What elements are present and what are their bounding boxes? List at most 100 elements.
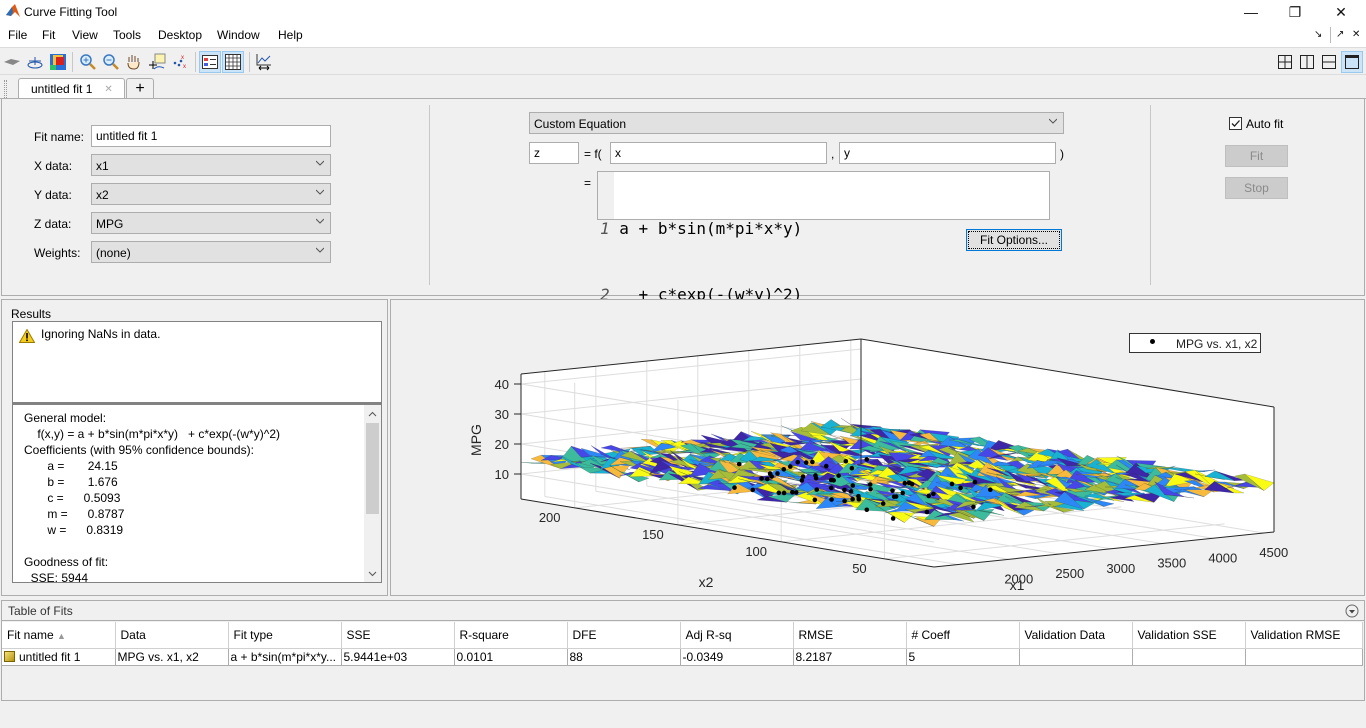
plot-legend[interactable]: MPG vs. x1, x2 bbox=[1129, 333, 1261, 353]
data-point[interactable] bbox=[836, 473, 841, 478]
menu-file[interactable]: File bbox=[8, 28, 27, 42]
data-point[interactable] bbox=[793, 490, 799, 495]
stop-button[interactable]: Stop bbox=[1225, 177, 1288, 199]
data-point[interactable] bbox=[775, 471, 780, 476]
column-header-fit-name[interactable]: Fit name ▲ bbox=[2, 622, 116, 649]
data-point[interactable] bbox=[795, 459, 801, 465]
minimize-button[interactable]: — bbox=[1228, 0, 1274, 24]
z-data-select[interactable]: MPG bbox=[91, 212, 331, 234]
data-point[interactable] bbox=[814, 487, 820, 492]
cell-validation-rmse[interactable] bbox=[1245, 648, 1363, 666]
column-header-adj-r-sq[interactable]: Adj R-sq bbox=[680, 622, 794, 649]
column-header-data[interactable]: Data bbox=[115, 622, 229, 649]
data-point[interactable] bbox=[890, 516, 896, 521]
x-data-select[interactable]: x1 bbox=[91, 154, 331, 176]
data-point[interactable] bbox=[750, 487, 756, 493]
data-point[interactable] bbox=[931, 491, 936, 497]
data-point[interactable] bbox=[891, 494, 897, 500]
scroll-up-icon[interactable] bbox=[364, 407, 381, 421]
fit-type-select[interactable]: Custom Equation bbox=[529, 112, 1064, 134]
data-point[interactable] bbox=[767, 471, 773, 476]
results-scrollbar[interactable] bbox=[364, 405, 381, 582]
data-point[interactable] bbox=[829, 497, 834, 502]
exclude-outliers-button[interactable]: xx bbox=[169, 51, 191, 73]
data-point[interactable] bbox=[902, 480, 908, 486]
column-header-sse[interactable]: SSE bbox=[341, 622, 455, 649]
data-point[interactable] bbox=[842, 487, 847, 493]
axis-limits-button[interactable] bbox=[253, 51, 275, 73]
colormap-button[interactable] bbox=[47, 51, 69, 73]
layout-grid-button[interactable] bbox=[1274, 51, 1296, 73]
tab-close-icon[interactable]: ✕ bbox=[104, 84, 112, 95]
data-point[interactable] bbox=[843, 458, 849, 464]
menu-view[interactable]: View bbox=[72, 28, 98, 42]
maximize-pane-icon[interactable]: ↗ bbox=[1336, 29, 1344, 40]
close-pane-icon[interactable]: ✕ bbox=[1352, 29, 1360, 40]
menu-help[interactable]: Help bbox=[278, 28, 303, 42]
cell-sse[interactable]: 5.9441e+03 bbox=[341, 648, 455, 666]
restore-button[interactable]: ❐ bbox=[1272, 0, 1318, 24]
cell-adj-r-sq[interactable]: -0.0349 bbox=[680, 648, 794, 666]
data-point[interactable] bbox=[906, 480, 912, 486]
tab-untitled-fit-1[interactable]: untitled fit 1 ✕ bbox=[18, 78, 125, 99]
undock-icon[interactable]: ↘ bbox=[1314, 29, 1322, 40]
layout-vertical-button[interactable] bbox=[1296, 51, 1318, 73]
rotate-button[interactable] bbox=[1, 51, 23, 73]
independent-x-field[interactable]: x bbox=[610, 142, 827, 164]
data-cursor-button[interactable] bbox=[146, 51, 168, 73]
fit-name-field[interactable]: untitled fit 1 bbox=[91, 125, 331, 147]
zoom-in-button[interactable] bbox=[77, 51, 99, 73]
data-point[interactable] bbox=[848, 489, 854, 494]
menu-tools[interactable]: Tools bbox=[113, 28, 141, 42]
new-fit-tab-button[interactable]: + bbox=[126, 78, 154, 99]
data-point[interactable] bbox=[781, 466, 787, 472]
layout-horizontal-button[interactable] bbox=[1318, 51, 1340, 73]
column-header-dfe[interactable]: DFE bbox=[567, 622, 681, 649]
weights-select[interactable]: (none) bbox=[91, 241, 331, 263]
auto-fit-checkbox[interactable] bbox=[1229, 117, 1242, 130]
data-point[interactable] bbox=[764, 476, 770, 482]
data-point[interactable] bbox=[849, 465, 855, 471]
cell-rmse[interactable]: 8.2187 bbox=[793, 648, 907, 666]
column-header-validation-sse[interactable]: Validation SSE bbox=[1132, 622, 1246, 649]
zoom-out-button[interactable] bbox=[100, 51, 122, 73]
data-point[interactable] bbox=[732, 485, 737, 490]
data-point[interactable] bbox=[813, 475, 819, 481]
legend-toggle-button[interactable] bbox=[199, 51, 221, 73]
data-point[interactable] bbox=[900, 490, 906, 496]
data-point[interactable] bbox=[926, 493, 932, 499]
grid-toggle-button[interactable] bbox=[222, 51, 244, 73]
data-point[interactable] bbox=[759, 476, 764, 481]
cell-fit-name[interactable]: untitled fit 1 bbox=[2, 648, 116, 666]
data-point[interactable] bbox=[842, 498, 847, 504]
menu-window[interactable]: Window bbox=[217, 28, 260, 42]
data-point[interactable] bbox=[781, 490, 787, 496]
pan-button[interactable] bbox=[123, 51, 145, 73]
data-point[interactable] bbox=[868, 486, 873, 492]
data-point[interactable] bbox=[988, 487, 993, 493]
cell-r-square[interactable]: 0.0101 bbox=[454, 648, 568, 666]
data-point[interactable] bbox=[828, 485, 834, 491]
layout-single-button[interactable] bbox=[1341, 51, 1363, 73]
table-row[interactable]: untitled fit 1 MPG vs. x1, x2 a + b*sin(… bbox=[2, 648, 1363, 666]
data-point[interactable] bbox=[810, 459, 815, 465]
cell-validation-data[interactable] bbox=[1019, 648, 1133, 666]
cell-fit-type[interactable]: a + b*sin(m*pi*x*y... bbox=[228, 648, 342, 666]
data-point[interactable] bbox=[787, 464, 793, 469]
equation-editor[interactable]: 1 a + b*sin(m*pi*x*y) 2 + c*exp(-(w*y)^2… bbox=[597, 171, 1050, 304]
column-header-validation-data[interactable]: Validation Data bbox=[1019, 622, 1133, 649]
data-point[interactable] bbox=[958, 485, 963, 491]
data-point[interactable] bbox=[949, 481, 955, 487]
close-button[interactable]: ✕ bbox=[1318, 0, 1364, 24]
column-header-validation-rmse[interactable]: Validation RMSE bbox=[1245, 622, 1363, 649]
cell-coeff[interactable]: 5 bbox=[906, 648, 1020, 666]
y-data-select[interactable]: x2 bbox=[91, 183, 331, 205]
fit-options-button[interactable]: Fit Options... bbox=[966, 229, 1062, 251]
cell-validation-sse[interactable] bbox=[1132, 648, 1246, 666]
menu-desktop[interactable]: Desktop bbox=[158, 28, 202, 42]
data-point[interactable] bbox=[823, 463, 829, 469]
data-cursor-3d-button[interactable] bbox=[24, 51, 46, 73]
data-point[interactable] bbox=[864, 507, 870, 513]
data-point[interactable] bbox=[856, 493, 861, 499]
data-point[interactable] bbox=[828, 477, 834, 483]
